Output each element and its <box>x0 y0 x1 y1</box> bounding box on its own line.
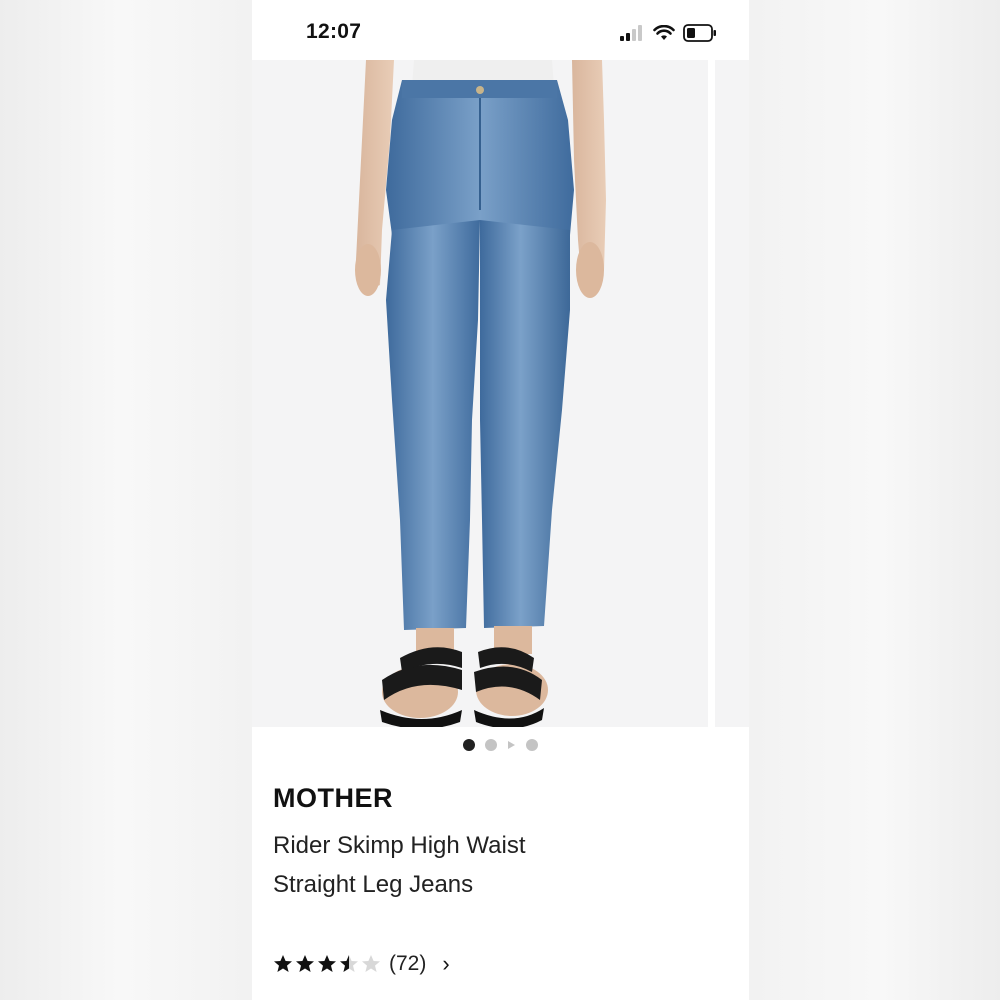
video-play-icon[interactable] <box>508 741 515 749</box>
battery-icon <box>683 24 716 42</box>
next-image-peek[interactable] <box>708 60 749 727</box>
status-icons <box>619 22 717 44</box>
phone-screen: 12:07 MOTHER Rider Skimp High Waist Stra… <box>252 0 749 1000</box>
chevron-right-icon[interactable]: › <box>442 951 449 977</box>
gallery-pagination[interactable] <box>252 738 749 752</box>
star-full-icon <box>274 955 292 972</box>
star-full-icon <box>296 955 314 972</box>
product-brand[interactable]: MOTHER <box>273 783 393 814</box>
star-full-icon <box>318 955 336 972</box>
star-empty-icon <box>362 955 380 972</box>
product-image[interactable] <box>252 60 708 727</box>
cellular-signal-icon <box>620 25 642 41</box>
pagination-dot-4[interactable] <box>526 739 538 751</box>
status-time: 12:07 <box>306 20 362 43</box>
pagination-dot-1[interactable] <box>463 739 475 751</box>
product-image-gallery[interactable] <box>252 60 749 727</box>
rating-row[interactable]: (72) › <box>273 949 450 979</box>
product-name: Rider Skimp High Waist Straight Leg Jean… <box>273 832 526 898</box>
review-count: (72) <box>389 952 427 975</box>
status-bar: 12:07 <box>252 0 749 60</box>
pagination-dot-2[interactable] <box>485 739 497 751</box>
wifi-icon <box>653 25 675 40</box>
next-image-preview <box>715 60 749 727</box>
star-half-icon <box>340 955 358 972</box>
